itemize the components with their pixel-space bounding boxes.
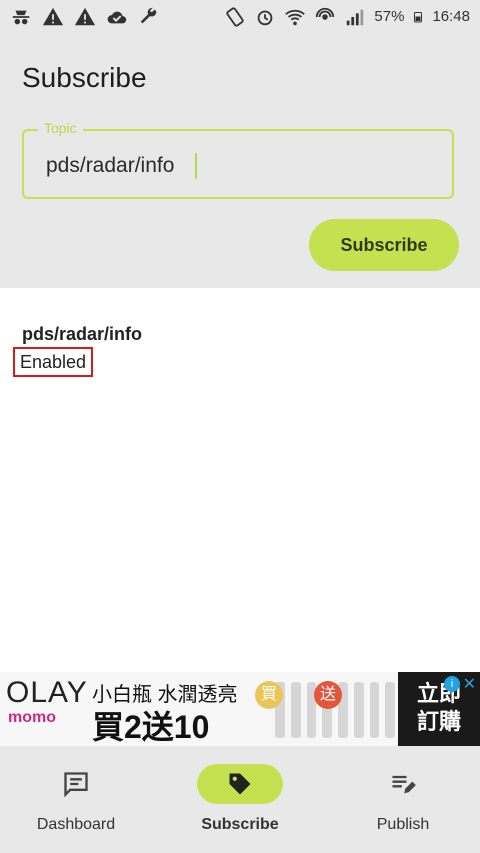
incognito-icon bbox=[12, 10, 30, 25]
status-icons-right: 57% 16:48 bbox=[224, 6, 470, 28]
rotate-icon bbox=[226, 7, 245, 27]
nav-dashboard[interactable]: Dashboard bbox=[16, 764, 136, 834]
subscribe-header: Subscribe Topic Subscribe bbox=[0, 34, 480, 288]
subscribe-button[interactable]: Subscribe bbox=[309, 219, 459, 271]
status-icons-left bbox=[10, 6, 160, 28]
nav-publish[interactable]: Publish bbox=[343, 764, 463, 834]
bottom-navigation: Dashboard Subscribe Publish bbox=[0, 746, 480, 853]
subscriptions-list: pds/radar/info Enabled bbox=[0, 288, 480, 672]
wifi-icon bbox=[285, 9, 306, 26]
ad-brand-logo: OLAY bbox=[6, 676, 88, 709]
battery-percent: 57% bbox=[374, 8, 405, 25]
nav-publish-label: Publish bbox=[376, 816, 430, 833]
ad-badge-give: 送 bbox=[314, 681, 342, 709]
page-title: Subscribe bbox=[22, 62, 147, 93]
status-bar: 57% 16:48 bbox=[0, 0, 480, 34]
wrench-icon bbox=[140, 7, 157, 24]
ad-info-icon[interactable]: i bbox=[444, 676, 460, 692]
text-cursor bbox=[195, 153, 197, 179]
hotspot-icon bbox=[316, 7, 335, 20]
alarm-icon bbox=[258, 10, 273, 26]
cloud-check-icon bbox=[107, 11, 127, 24]
signal-icon bbox=[347, 9, 364, 26]
topic-input[interactable] bbox=[44, 151, 428, 181]
ad-badge-buy: 買 bbox=[255, 681, 283, 709]
battery-icon bbox=[414, 12, 423, 23]
subscription-status: Enabled bbox=[13, 347, 94, 377]
nav-dashboard-label: Dashboard bbox=[36, 816, 116, 833]
warning-icon bbox=[74, 7, 96, 26]
nav-subscribe-label: Subscribe bbox=[201, 816, 279, 833]
publish-icon bbox=[392, 775, 416, 794]
clock: 16:48 bbox=[432, 8, 470, 25]
ad-offer: 買2送10 bbox=[92, 709, 210, 745]
ad-sub-brand: momo bbox=[8, 709, 56, 726]
subscription-topic: pds/radar/info bbox=[22, 324, 143, 344]
topic-field-label: Topic bbox=[38, 120, 83, 136]
dashboard-icon bbox=[64, 772, 88, 798]
topic-field[interactable]: Topic bbox=[22, 120, 454, 199]
tag-icon bbox=[229, 773, 251, 795]
nav-subscribe[interactable]: Subscribe bbox=[180, 764, 300, 834]
ad-close-icon[interactable]: ✕ bbox=[463, 674, 476, 694]
warning-icon bbox=[42, 7, 64, 26]
ad-banner[interactable]: OLAY momo 小白瓶 水潤透亮 買2送10 買 送 立即 訂購 i ✕ bbox=[0, 672, 480, 746]
